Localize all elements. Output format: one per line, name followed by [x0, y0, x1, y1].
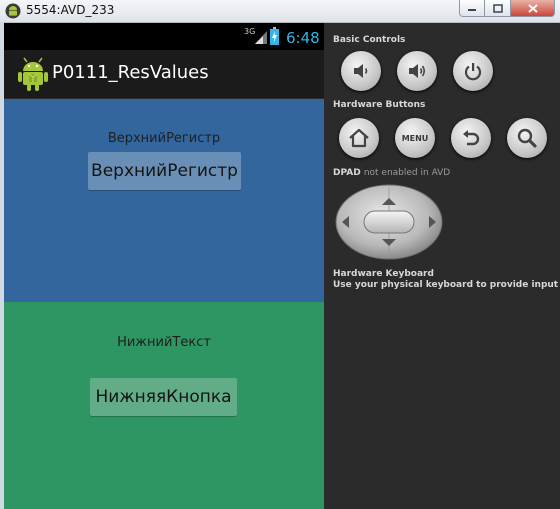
- dpad-heading: DPAD not enabled in AVD: [333, 168, 450, 178]
- signal-icon: [255, 31, 267, 44]
- volume-down-button[interactable]: [341, 51, 381, 91]
- power-button[interactable]: [453, 51, 493, 91]
- power-icon: [464, 63, 482, 81]
- bottom-button[interactable]: НижняяКнопка: [90, 378, 237, 416]
- app-title: P0111_ResValues: [52, 62, 209, 83]
- search-icon: [517, 128, 537, 148]
- status-clock: 6:48: [286, 29, 320, 47]
- close-icon: [527, 3, 538, 13]
- dpad-title: DPAD: [333, 168, 361, 178]
- keyboard-note: Use your physical keyboard to provide in…: [333, 280, 559, 290]
- back-button[interactable]: [451, 118, 491, 158]
- menu-button[interactable]: MENU: [395, 118, 435, 158]
- emulator-window: 5554:AVD_233 3G 6:48 P0111_ResValues Вер…: [0, 0, 560, 509]
- keyboard-info: Hardware Keyboard Use your physical keyb…: [333, 269, 558, 291]
- action-bar: P0111_ResValues: [4, 50, 324, 99]
- top-label: ВерхнийРегистр: [107, 131, 221, 146]
- status-bar: 3G 6:48: [4, 23, 324, 50]
- window-title: 5554:AVD_233: [26, 3, 115, 17]
- hardware-buttons-heading: Hardware Buttons: [333, 100, 426, 110]
- top-button[interactable]: ВерхнийРегистр: [88, 152, 241, 190]
- menu-button-label: MENU: [401, 133, 429, 143]
- dpad-note: not enabled in AVD: [363, 168, 451, 178]
- top-panel: ВерхнийРегистр ВерхнийРегистр: [4, 99, 324, 302]
- android-app-icon: [5, 3, 21, 19]
- volume-down-icon: [354, 64, 368, 78]
- minimize-button[interactable]: [459, 0, 485, 17]
- minimize-icon: [468, 9, 476, 11]
- maximize-button[interactable]: [485, 0, 511, 17]
- emulator-controls: Basic Controls Hardware Buttons MENU DPA…: [324, 23, 560, 509]
- window-titlebar[interactable]: 5554:AVD_233: [0, 0, 560, 23]
- home-icon: [349, 128, 369, 148]
- device-screen: 3G 6:48 P0111_ResValues ВерхнийРегистр В…: [4, 23, 324, 509]
- battery-icon: [270, 27, 279, 45]
- volume-up-icon: [409, 64, 426, 78]
- home-button[interactable]: [339, 118, 379, 158]
- bottom-label: НижнийТекст: [117, 335, 211, 350]
- back-icon: [463, 130, 480, 146]
- keyboard-heading: Hardware Keyboard: [333, 269, 434, 279]
- maximize-icon: [492, 3, 503, 13]
- close-button[interactable]: [511, 0, 555, 17]
- bottom-panel: НижнийТекст НижняяКнопка: [4, 302, 324, 509]
- basic-controls-heading: Basic Controls: [333, 35, 406, 45]
- search-button[interactable]: [507, 118, 547, 158]
- dpad[interactable]: [334, 183, 444, 261]
- android-logo-icon[interactable]: [18, 57, 48, 91]
- volume-up-button[interactable]: [397, 51, 437, 91]
